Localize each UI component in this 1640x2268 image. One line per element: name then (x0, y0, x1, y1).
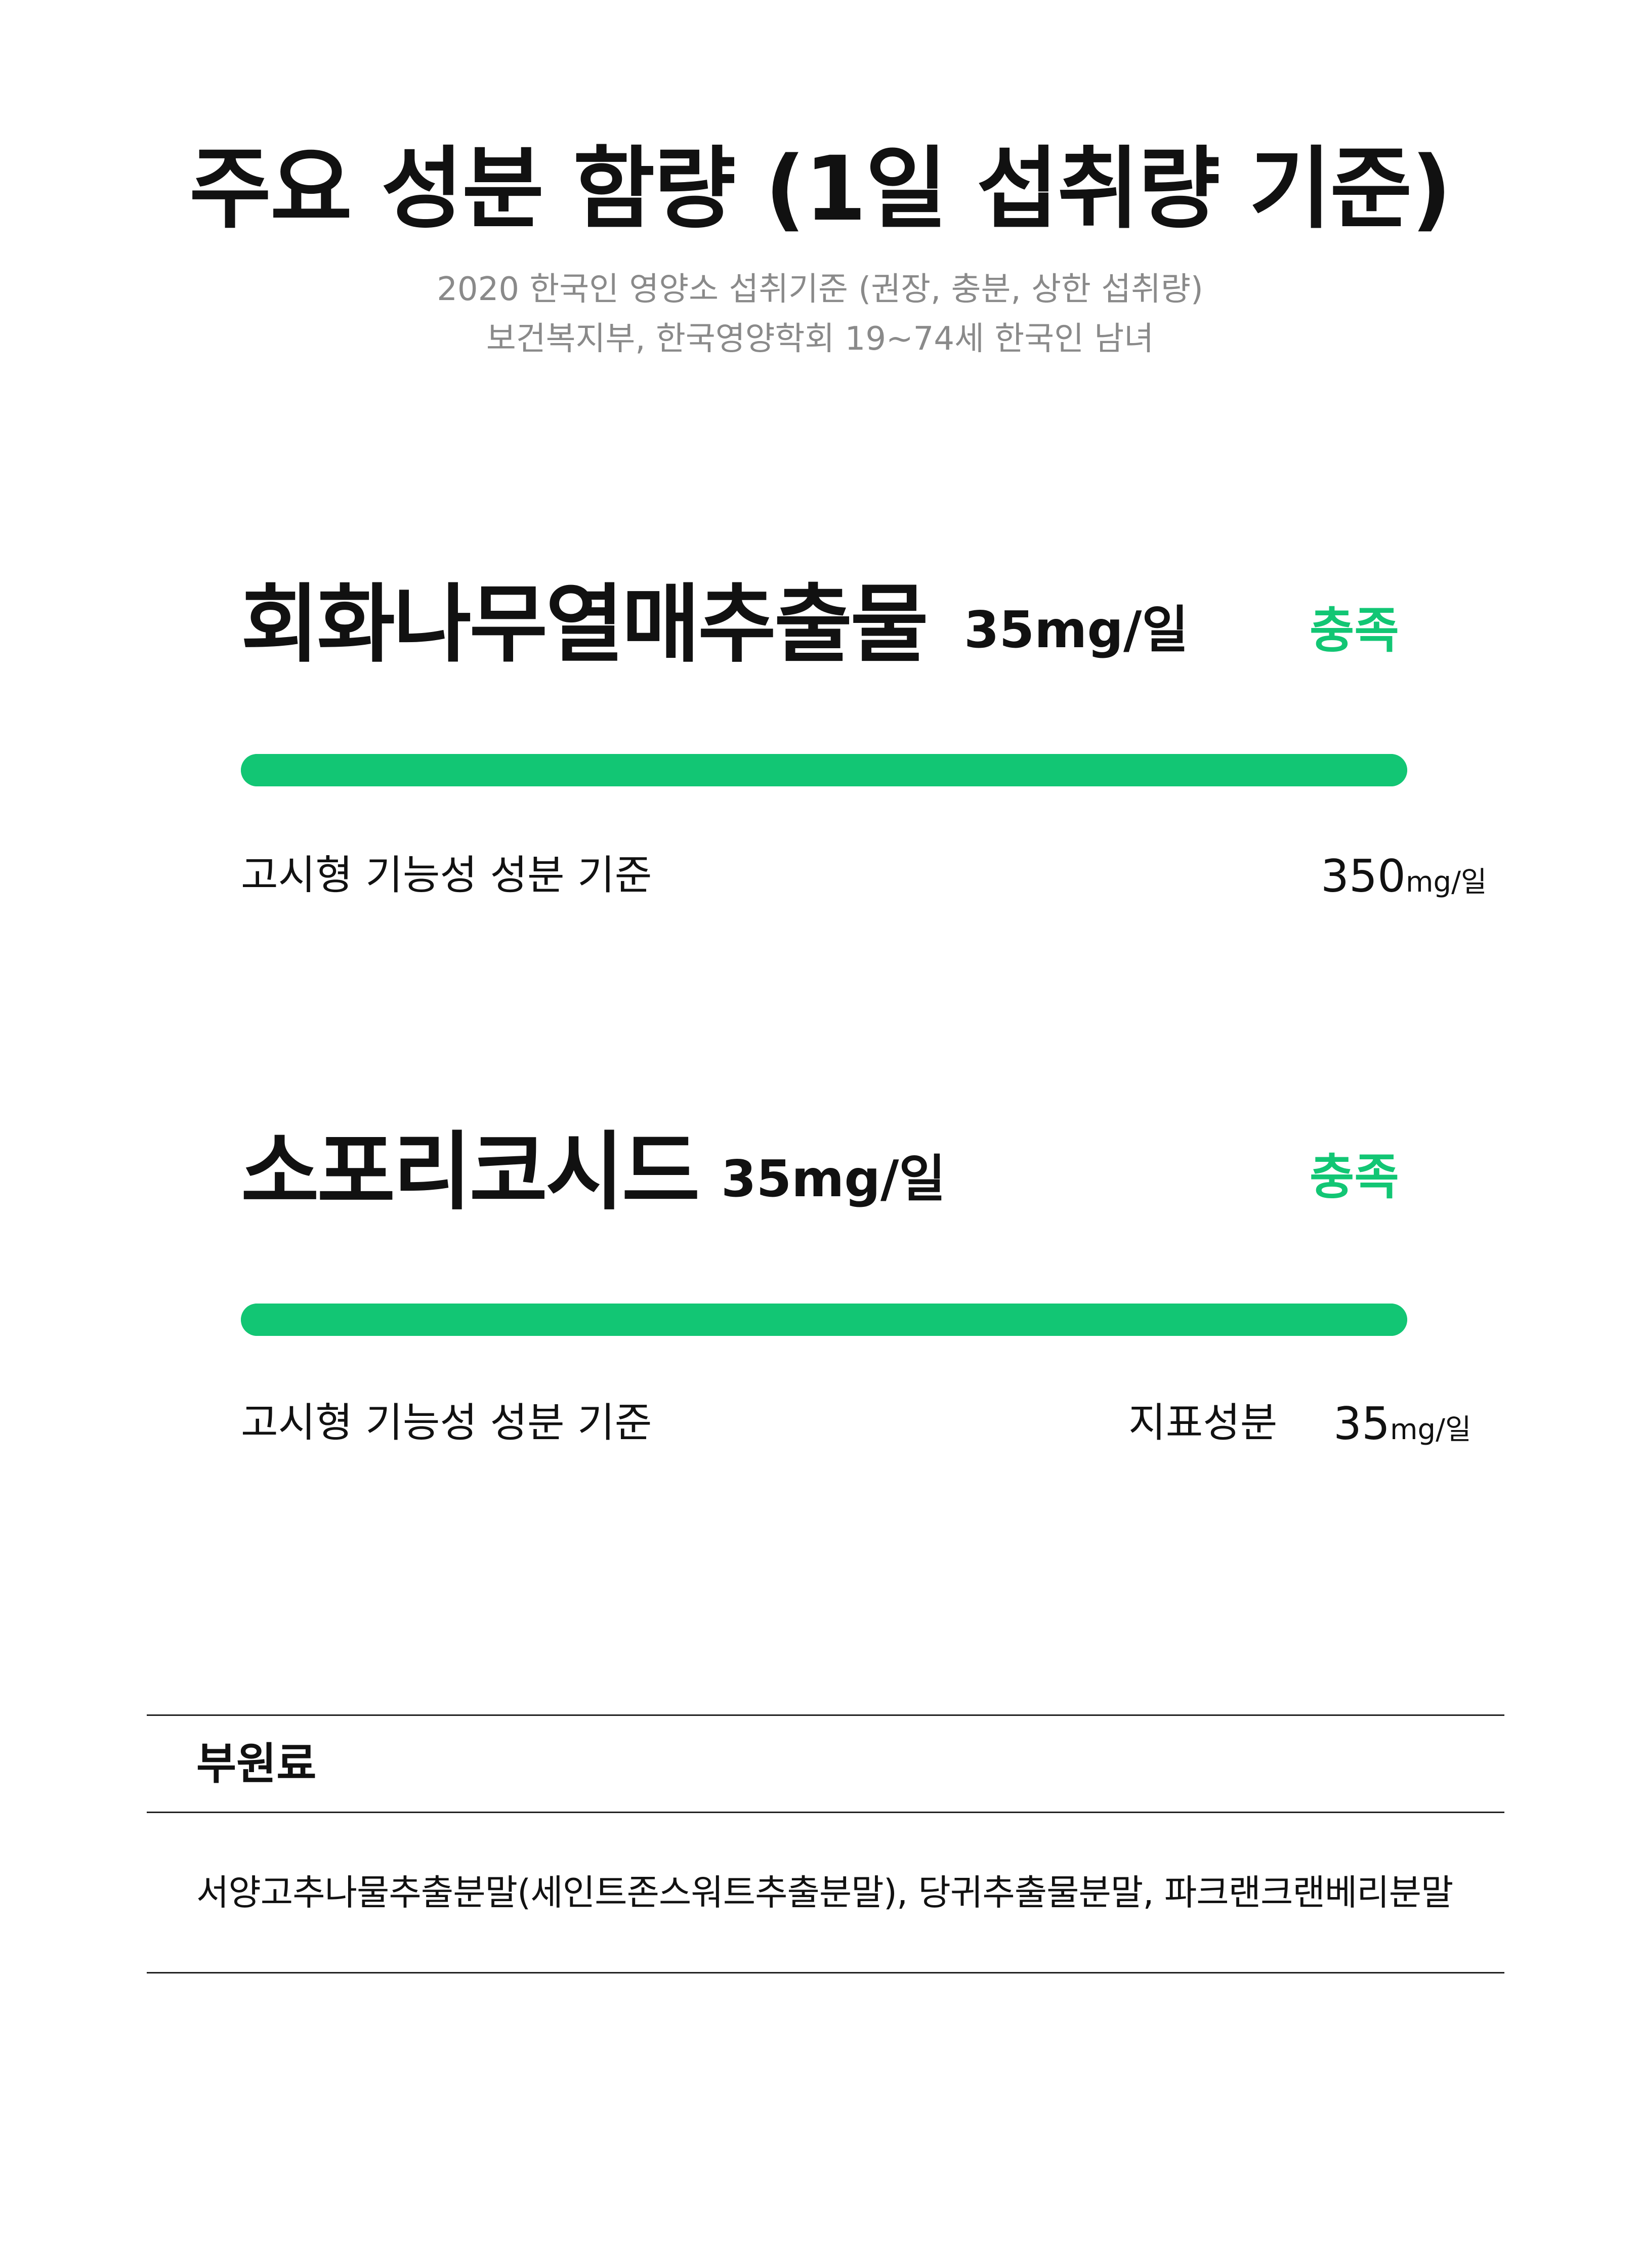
divider-bottom (147, 1972, 1504, 1973)
standard-value: 35mg/일 (1333, 1402, 1471, 1446)
progress-bar-fill (241, 754, 1407, 786)
standard-label: 고시형 기능성 성분 기준 (241, 1399, 652, 1446)
standard-unit: mg/일 (1405, 866, 1487, 899)
divider-top (147, 1714, 1504, 1716)
ingredient-amount: 35mg/일 (964, 600, 1189, 659)
source-line-2: 보건복지부, 한국영양학회 19~74세 한국인 남녀 (486, 320, 1154, 358)
ingredient-name: 소포리코시드 (241, 1122, 700, 1222)
progress-bar (241, 754, 1407, 786)
sub-ingredients-title: 부원료 (196, 1739, 317, 1789)
sub-ingredients-list: 서양고추나물추출분말(세인트존스워트추출분말), 당귀추출물분말, 파크랜크랜베… (196, 1872, 1453, 1913)
indicator-label: 지표성분 (1128, 1399, 1278, 1446)
ingredient-name: 회화나무열매추출물 (241, 575, 929, 674)
standard-number: 35 (1333, 1398, 1390, 1450)
progress-bar (241, 1304, 1407, 1336)
standard-unit: mg/일 (1390, 1413, 1471, 1446)
standard-value: 350mg/일 (1321, 854, 1487, 899)
standard-label: 고시형 기능성 성분 기준 (241, 852, 652, 899)
divider-middle (147, 1812, 1504, 1813)
page-title: 주요 성분 함량 (1일 섭취량 기준) (189, 137, 1452, 241)
ingredient-amount: 35mg/일 (721, 1149, 946, 1208)
status-badge: 충족 (1310, 602, 1399, 659)
standard-number: 350 (1321, 850, 1406, 902)
progress-bar-fill (241, 1304, 1407, 1336)
source-line-1: 2020 한국인 영양소 섭취기준 (권장, 충분, 상한 섭취량) (437, 271, 1203, 308)
status-badge: 충족 (1310, 1149, 1399, 1205)
